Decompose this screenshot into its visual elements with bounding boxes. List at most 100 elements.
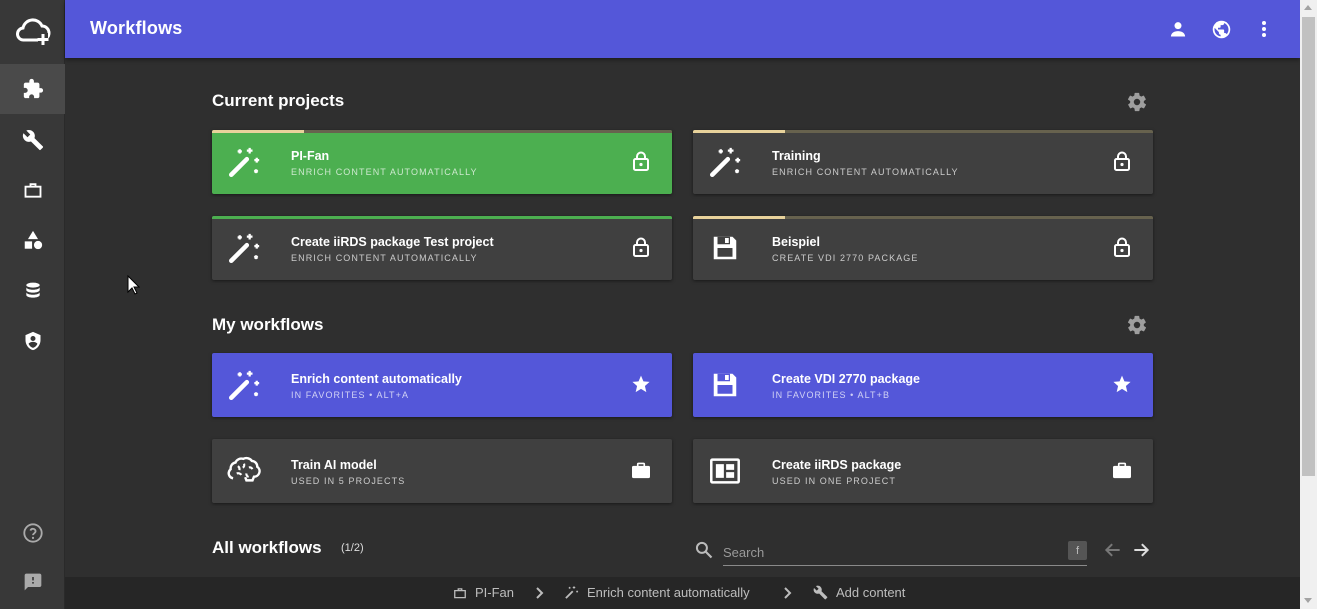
card-icon xyxy=(707,144,743,180)
card-icon xyxy=(226,230,262,266)
save-icon xyxy=(713,236,737,260)
magic-wand-icon xyxy=(565,586,579,599)
sidebar-item-shapes[interactable] xyxy=(0,215,65,265)
card-subtitle: ENRICH CONTENT AUTOMATICALLY xyxy=(291,253,478,263)
card-status[interactable] xyxy=(630,459,652,481)
card-status[interactable] xyxy=(1111,459,1133,481)
card-title: Training xyxy=(772,149,821,163)
card-status[interactable] xyxy=(1111,236,1133,258)
card-title: Create iiRDS package Test project xyxy=(291,235,494,249)
mouse-cursor xyxy=(127,275,140,295)
my-workflows-settings-button[interactable] xyxy=(1126,314,1148,336)
progress-fill xyxy=(212,130,304,133)
star-icon xyxy=(1113,375,1131,393)
magic-wand-icon xyxy=(228,147,260,178)
breadcrumb-item-project[interactable]: PI-Fan xyxy=(453,585,514,600)
card-status[interactable] xyxy=(630,236,652,258)
search-underline xyxy=(723,565,1087,566)
card-subtitle: ENRICH CONTENT AUTOMATICALLY xyxy=(772,167,959,177)
more-menu-button[interactable] xyxy=(1252,17,1276,41)
scroll-up-arrow[interactable] xyxy=(1304,5,1312,10)
gear-icon xyxy=(1127,92,1147,112)
magic-wand-icon xyxy=(228,233,260,264)
card-icon xyxy=(707,230,743,266)
card-icon xyxy=(226,144,262,180)
sidebar-item-workflows[interactable] xyxy=(0,64,65,114)
chevron-right-icon xyxy=(536,587,544,599)
project-card[interactable]: Beispiel CREATE VDI 2770 PACKAGE xyxy=(693,216,1153,280)
chevron-right-icon xyxy=(784,587,792,599)
page-scrollbar[interactable] xyxy=(1300,0,1317,609)
card-title: Enrich content automatically xyxy=(291,372,462,386)
shield-icon xyxy=(25,331,40,351)
card-subtitle: USED IN 5 PROJECTS xyxy=(291,476,406,486)
account-button[interactable] xyxy=(1166,17,1190,41)
lock-icon xyxy=(1114,151,1130,171)
wrench-icon xyxy=(22,130,43,151)
arrow-left-icon xyxy=(1104,543,1120,557)
sidebar-item-security[interactable] xyxy=(0,316,65,366)
card-subtitle: CREATE VDI 2770 PACKAGE xyxy=(772,253,919,263)
search-shortcut-key: f xyxy=(1068,541,1087,560)
workflow-card[interactable]: Create iiRDS package USED IN ONE PROJECT xyxy=(693,439,1153,503)
card-title: PI-Fan xyxy=(291,149,330,163)
current-projects-heading: Current projects xyxy=(212,91,345,110)
feedback-icon xyxy=(24,573,41,591)
scroll-down-arrow[interactable] xyxy=(1304,598,1312,603)
card-title: Create VDI 2770 package xyxy=(772,372,921,386)
breadcrumb-label: Enrich content automatically xyxy=(587,585,750,600)
person-icon xyxy=(1170,22,1186,37)
wrench-icon xyxy=(813,585,828,600)
lock-icon xyxy=(633,237,649,257)
sidebar-item-tools[interactable] xyxy=(0,115,65,165)
card-status[interactable] xyxy=(1111,373,1133,395)
briefcase-icon xyxy=(24,183,41,198)
card-icon xyxy=(707,453,743,489)
breadcrumb-item-workflow[interactable]: Enrich content automatically xyxy=(564,585,750,600)
project-card[interactable]: Training ENRICH CONTENT AUTOMATICALLY xyxy=(693,130,1153,194)
search-input[interactable]: Search xyxy=(723,545,764,560)
package-icon xyxy=(710,458,740,484)
save-icon xyxy=(713,373,737,397)
sidebar-item-projects[interactable] xyxy=(0,165,65,215)
all-workflows-heading: All workflows xyxy=(212,538,322,557)
progress-fill xyxy=(212,216,672,219)
card-status[interactable] xyxy=(630,150,652,172)
language-button[interactable] xyxy=(1209,17,1233,41)
scrollbar-thumb[interactable] xyxy=(1302,17,1315,476)
card-subtitle: USED IN ONE PROJECT xyxy=(772,476,896,486)
sidebar xyxy=(0,0,65,609)
progress-fill xyxy=(693,130,785,133)
card-icon xyxy=(707,367,743,403)
card-status[interactable] xyxy=(1111,150,1133,172)
sidebar-item-help[interactable] xyxy=(0,508,65,558)
project-card[interactable]: Create iiRDS package Test project ENRICH … xyxy=(212,216,672,280)
search-icon xyxy=(695,541,713,559)
lock-icon xyxy=(633,151,649,171)
workflow-card[interactable]: Enrich content automatically IN FAVORITES… xyxy=(212,353,672,417)
briefcase-icon xyxy=(632,462,650,479)
app-header: Workflows xyxy=(65,0,1300,58)
sidebar-item-database[interactable] xyxy=(0,266,65,316)
workflow-search: Search f xyxy=(694,538,1087,566)
puzzle-icon xyxy=(23,78,43,99)
project-card[interactable]: PI-Fan ENRICH CONTENT AUTOMATICALLY xyxy=(212,130,672,194)
progress-bar xyxy=(212,130,672,133)
next-page-button[interactable] xyxy=(1131,540,1151,560)
current-projects-settings-button[interactable] xyxy=(1126,91,1148,113)
help-icon xyxy=(22,523,43,543)
workflow-card[interactable]: Create VDI 2770 package IN FAVORITES • AL… xyxy=(693,353,1153,417)
workflow-card[interactable]: Train AI model USED IN 5 PROJECTS xyxy=(212,439,672,503)
cloud-upload-logo[interactable] xyxy=(0,0,65,64)
card-status[interactable] xyxy=(630,373,652,395)
progress-bar xyxy=(212,216,672,219)
sidebar-item-feedback[interactable] xyxy=(0,557,65,607)
breadcrumb-item-step[interactable]: Add content xyxy=(813,585,905,600)
previous-page-button[interactable] xyxy=(1103,540,1123,560)
gear-icon xyxy=(1127,315,1147,335)
card-subtitle: IN FAVORITES • ALT+A xyxy=(291,390,410,400)
card-icon xyxy=(226,453,262,489)
progress-fill xyxy=(693,216,785,219)
progress-bar xyxy=(693,216,1153,219)
card-subtitle: IN FAVORITES • ALT+B xyxy=(772,390,891,400)
